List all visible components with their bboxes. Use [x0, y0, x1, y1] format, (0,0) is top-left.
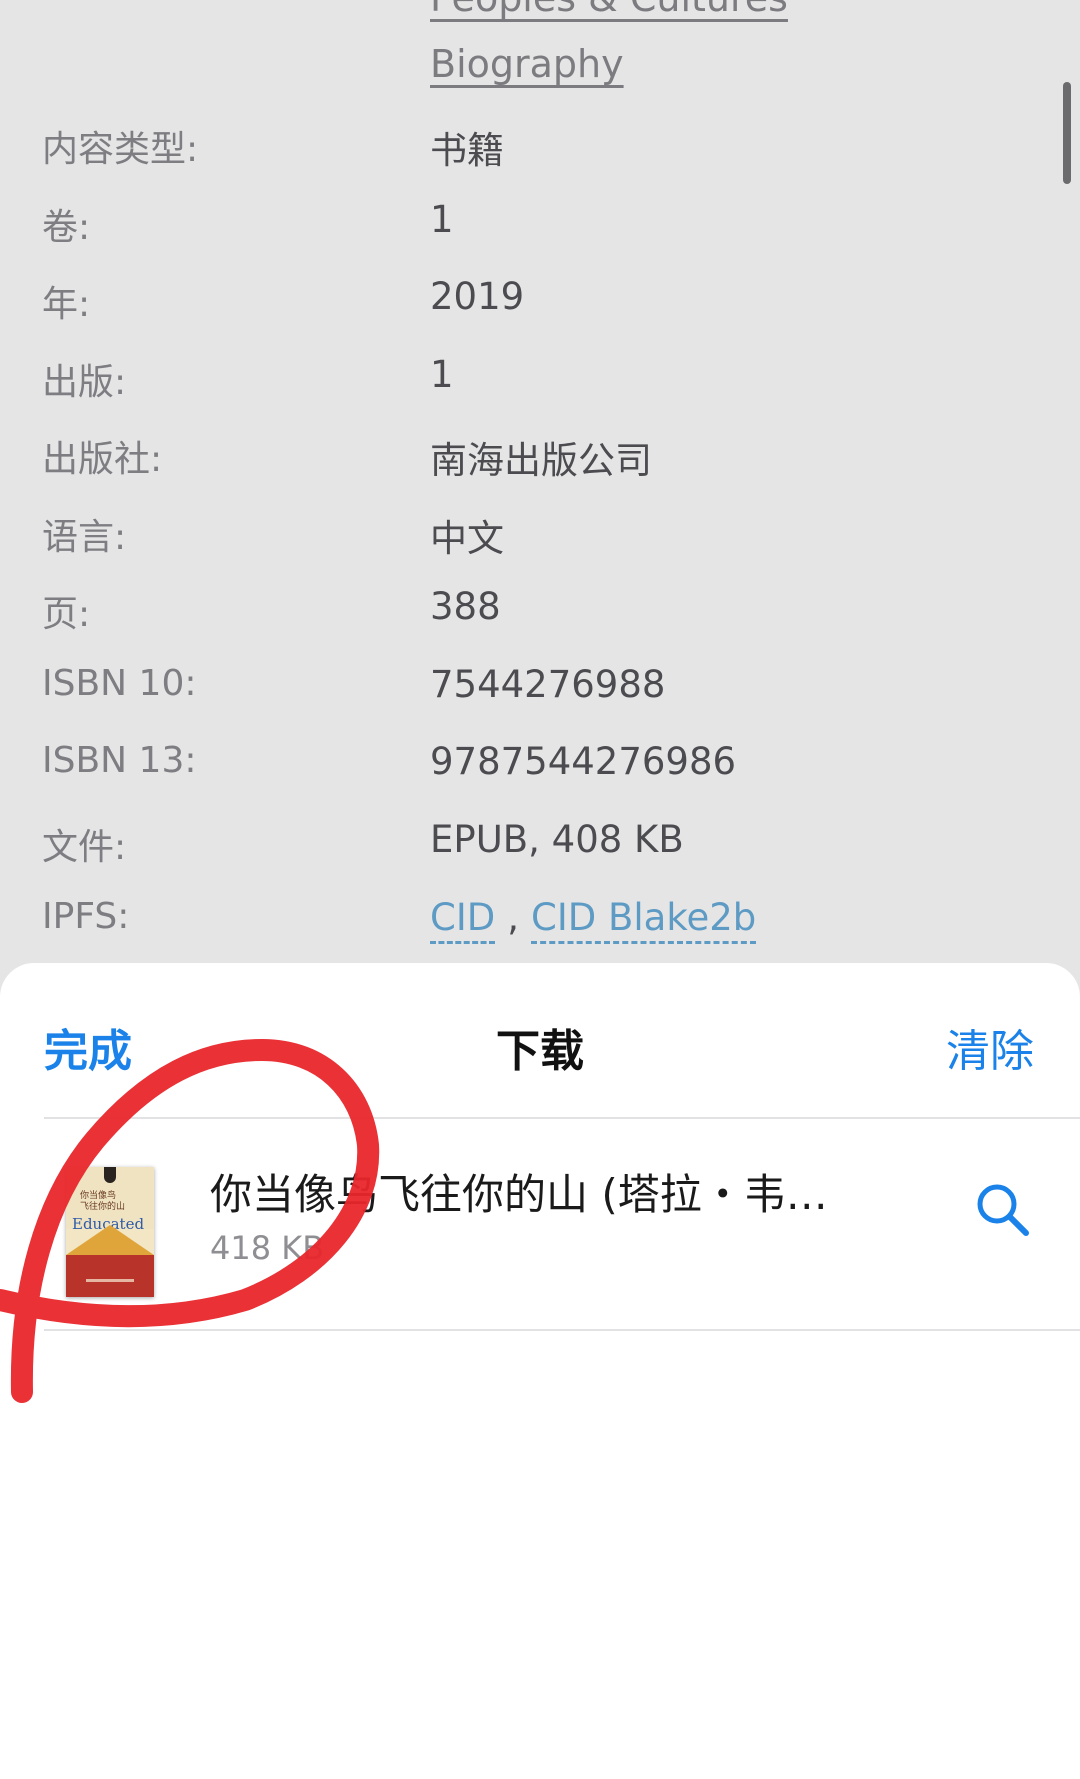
cover-title-cn: 你当像鸟 飞往你的山: [80, 1191, 126, 1212]
ipfs-separator: ,: [507, 896, 520, 939]
detail-row-volume: 卷: 1: [0, 198, 1080, 258]
pen-nib-graphic: [104, 1167, 116, 1183]
detail-row-publisher: 出版社: 南海出版公司: [0, 430, 1080, 490]
category-link-peoples-cultures[interactable]: Peoples & Cultures: [430, 0, 788, 20]
sheet-header: 完成 下载 清除: [0, 963, 1080, 1117]
detail-value: 书籍: [430, 129, 504, 172]
detail-row-isbn13: ISBN 13: 9787544276986: [0, 740, 1080, 800]
book-cover-thumbnail: 你当像鸟 飞往你的山 Educated: [66, 1167, 154, 1297]
detail-value: 2019: [430, 275, 525, 318]
download-item-title: 你当像鸟飞往你的山 (塔拉・韦…: [210, 1170, 828, 1219]
detail-row-ipfs: IPFS: CID, CID Blake2b: [0, 896, 1080, 956]
detail-label: 出版:: [42, 362, 127, 403]
detail-row-content-type: 内容类型: 书籍: [0, 120, 1080, 180]
detail-value: 中文: [430, 517, 504, 560]
detail-row-year: 年: 2019: [0, 275, 1080, 335]
detail-value: 1: [430, 353, 454, 396]
detail-label: 内容类型:: [42, 129, 199, 170]
book-detail-background: Peoples & Cultures Biography 内容类型: 书籍 卷:…: [0, 0, 1080, 975]
detail-label: 页:: [42, 594, 91, 635]
scrollbar[interactable]: [1063, 82, 1071, 184]
detail-value: 9787544276986: [430, 740, 737, 783]
sheet-title: 下载: [496, 1026, 584, 1077]
detail-label: 出版社:: [42, 439, 163, 480]
detail-label: ISBN 13:: [42, 740, 197, 781]
downloads-sheet: 完成 下载 清除 你当像鸟 飞往你的山 Educated 你当像鸟飞往你的山 (塔…: [0, 963, 1080, 1779]
detail-label: 年:: [42, 284, 91, 325]
detail-value: EPUB, 408 KB: [430, 818, 684, 861]
ipfs-cid-blake2b-link[interactable]: CID Blake2b: [531, 896, 757, 944]
detail-label: 文件:: [42, 827, 127, 868]
download-item-size: 418 KB: [210, 1229, 325, 1267]
detail-row-edition: 出版: 1: [0, 353, 1080, 413]
divider: [44, 1329, 1080, 1331]
detail-row-pages: 页: 388: [0, 585, 1080, 645]
ipfs-cid-link[interactable]: CID: [430, 896, 496, 944]
download-item[interactable]: 你当像鸟 飞往你的山 Educated 你当像鸟飞往你的山 (塔拉・韦… 418 …: [0, 1119, 1080, 1329]
search-button[interactable]: [970, 1177, 1034, 1241]
detail-value: CID, CID Blake2b: [430, 896, 757, 944]
detail-value: 1: [430, 198, 454, 241]
detail-row-language: 语言: 中文: [0, 508, 1080, 568]
category-link-biography[interactable]: Biography: [430, 42, 624, 86]
detail-value: 南海出版公司: [430, 439, 652, 482]
clear-button[interactable]: 清除: [946, 1015, 1034, 1079]
detail-label: ISBN 10:: [42, 663, 197, 704]
detail-label: 卷:: [42, 207, 91, 248]
detail-label: 语言:: [42, 517, 127, 558]
detail-value: 388: [430, 585, 501, 628]
detail-label: IPFS:: [42, 896, 130, 937]
detail-row-isbn10: ISBN 10: 7544276988: [0, 663, 1080, 723]
detail-value: 7544276988: [430, 663, 666, 706]
detail-row-file: 文件: EPUB, 408 KB: [0, 818, 1080, 878]
search-icon: [977, 1184, 1029, 1236]
